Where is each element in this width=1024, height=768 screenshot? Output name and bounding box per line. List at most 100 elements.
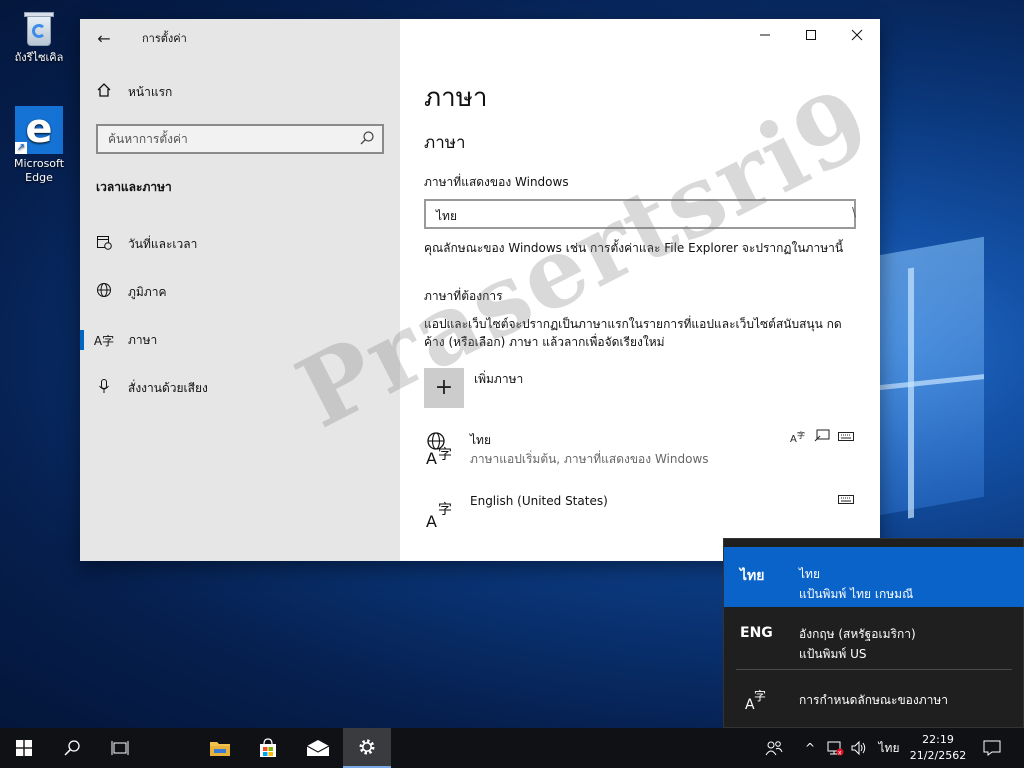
search-icon bbox=[64, 740, 80, 756]
language-icon: A 字 bbox=[426, 502, 452, 530]
flyout-item-english[interactable]: ENG อังกฤษ (สหรัฐอเมริกา) แป้นพิมพ์ US bbox=[724, 607, 1024, 667]
file-explorer-button[interactable] bbox=[196, 728, 244, 768]
start-button[interactable] bbox=[0, 728, 48, 768]
folder-icon bbox=[210, 742, 230, 756]
svg-text:A: A bbox=[426, 449, 437, 467]
input-indicator-button[interactable]: ไทย bbox=[874, 728, 904, 768]
add-language-label: เพิ่มภาษา bbox=[474, 372, 524, 386]
input-language-flyout: ไทย ไทย แป้นพิมพ์ ไทย เกษมณี ENG อังกฤษ … bbox=[723, 538, 1024, 728]
language-abbreviation: ไทย bbox=[740, 568, 765, 584]
display-language-dropdown[interactable]: ไทย \ bbox=[424, 199, 856, 229]
text-to-speech-icon bbox=[814, 429, 830, 442]
edge-label-line1: Microsoft bbox=[13, 157, 65, 170]
language-subtext: ภาษาแอปเริ่มต้น, ภาษาที่แสดงของ Windows bbox=[470, 452, 709, 466]
settings-search[interactable] bbox=[96, 124, 384, 154]
clock-time: 22:19 bbox=[922, 733, 954, 746]
calendar-clock-icon bbox=[80, 234, 128, 254]
language-name: English (United States) bbox=[470, 494, 608, 508]
microphone-icon bbox=[80, 378, 128, 398]
edge-shortcut[interactable]: e ↗ Microsoft Edge bbox=[1, 106, 77, 185]
sidebar-item-region[interactable]: ภูมิภาค bbox=[80, 274, 400, 310]
window-title: การตั้งค่า bbox=[142, 32, 187, 45]
chevron-down-icon: \ bbox=[851, 205, 856, 219]
globe-icon bbox=[80, 282, 128, 302]
input-indicator-label: ไทย bbox=[878, 740, 900, 755]
action-center-button[interactable] bbox=[976, 728, 1008, 768]
recycle-bin-label: ถังรีไซเคิล bbox=[14, 51, 64, 64]
keyboard-icon bbox=[838, 495, 854, 504]
svg-text:A: A bbox=[426, 512, 437, 530]
language-features: A字 bbox=[790, 429, 854, 443]
sidebar-item-label: สั่งงานด้วยเสียง bbox=[128, 380, 208, 395]
show-hidden-icons-button[interactable]: ^ bbox=[800, 728, 820, 768]
svg-text:x: x bbox=[838, 750, 842, 757]
language-preferences-link[interactable]: A 字 การกำหนดลักษณะของภาษา bbox=[724, 679, 1024, 719]
minimize-button[interactable] bbox=[742, 19, 788, 51]
language-icon: A字 bbox=[93, 333, 115, 348]
store-button[interactable] bbox=[244, 728, 292, 768]
sidebar-item-label: ภูมิภาค bbox=[128, 284, 167, 299]
section-label: เวลาและภาษา bbox=[96, 180, 172, 194]
mail-button[interactable] bbox=[294, 728, 342, 768]
maximize-button[interactable] bbox=[788, 19, 834, 51]
taskbar-clock[interactable]: 22:19 21/2/2562 bbox=[908, 732, 968, 764]
svg-text:字: 字 bbox=[754, 688, 766, 703]
sidebar-item-label: หน้าแรก bbox=[128, 84, 173, 99]
settings-sidebar: ← การตั้งค่า หน้าแรก เวลาและภาษา วันที่แ… bbox=[80, 19, 400, 561]
language-item-thai[interactable]: A 字 ไทย ภาษาแอปเริ่มต้น, ภาษาที่แสดงของ … bbox=[424, 429, 854, 471]
task-view-button[interactable] bbox=[96, 728, 144, 768]
flyout-item-thai[interactable]: ไทย ไทย แป้นพิมพ์ ไทย เกษมณี bbox=[724, 547, 1024, 607]
preferred-languages-description: แอปและเว็บไซต์จะปรากฏเป็นภาษาแรกในรายการ… bbox=[424, 317, 842, 349]
search-input[interactable] bbox=[98, 126, 348, 152]
search-button[interactable] bbox=[48, 728, 96, 768]
keyboard-layout: แป้นพิมพ์ ไทย เกษมณี bbox=[799, 587, 914, 601]
wallpaper-light-line bbox=[908, 267, 914, 519]
language-name: ไทย bbox=[470, 433, 491, 447]
task-view-icon bbox=[111, 741, 129, 755]
volume-button[interactable] bbox=[848, 728, 870, 768]
network-button[interactable]: x bbox=[824, 728, 846, 768]
svg-text:字: 字 bbox=[438, 447, 452, 463]
close-button[interactable] bbox=[834, 19, 880, 51]
sidebar-item-home[interactable]: หน้าแรก bbox=[80, 74, 400, 110]
sidebar-item-language[interactable]: A字 ภาษา bbox=[80, 322, 400, 358]
close-icon bbox=[851, 29, 863, 41]
language-preferences-label: การกำหนดลักษณะของภาษา bbox=[799, 693, 949, 707]
language-abbreviation: ENG bbox=[740, 625, 773, 641]
notification-icon bbox=[983, 740, 1001, 756]
display-language-label: ภาษาที่แสดงของ Windows bbox=[424, 175, 569, 189]
recycle-bin-shortcut[interactable]: ถังรีไซเคิล bbox=[1, 8, 77, 65]
language-features bbox=[838, 492, 854, 506]
svg-text:字: 字 bbox=[438, 502, 452, 518]
gear-icon bbox=[359, 739, 375, 755]
language-name: อังกฤษ (สหรัฐอเมริกา) bbox=[799, 627, 916, 641]
edge-label-line2: Edge bbox=[25, 171, 53, 184]
settings-button[interactable] bbox=[343, 728, 391, 768]
section-heading: ภาษา bbox=[424, 133, 466, 153]
settings-main: ภาษา ภาษา ภาษาที่แสดงของ Windows ไทย \ ค… bbox=[400, 19, 880, 561]
dropdown-value: ไทย bbox=[436, 209, 457, 223]
people-button[interactable] bbox=[760, 728, 788, 768]
svg-text:字: 字 bbox=[797, 430, 805, 440]
store-bag-icon bbox=[260, 738, 276, 757]
windows-logo-icon bbox=[16, 740, 32, 756]
sidebar-item-speech[interactable]: สั่งงานด้วยเสียง bbox=[80, 370, 400, 406]
minimize-icon bbox=[760, 34, 770, 36]
language-name: ไทย bbox=[799, 567, 820, 581]
taskbar: ^ x ไทย 22:19 21/2/2562 bbox=[0, 728, 1024, 768]
settings-window: ← การตั้งค่า หน้าแรก เวลาและภาษา วันที่แ… bbox=[80, 19, 880, 561]
language-icon: A 字 bbox=[745, 688, 766, 711]
search-icon bbox=[360, 131, 374, 145]
recycle-bin-icon bbox=[21, 8, 57, 48]
chevron-up-icon: ^ bbox=[804, 741, 816, 755]
sidebar-item-date-time[interactable]: วันที่และเวลา bbox=[80, 226, 400, 262]
page-title: ภาษา bbox=[424, 83, 488, 113]
mail-icon bbox=[306, 740, 330, 756]
flyout-divider bbox=[736, 669, 1012, 670]
add-language-button[interactable]: + เพิ่มภาษา bbox=[424, 368, 523, 408]
arrow-left-icon: ← bbox=[97, 29, 111, 48]
language-globe-icon: A 字 bbox=[426, 432, 452, 467]
back-button[interactable]: ← bbox=[90, 25, 118, 53]
language-item-english[interactable]: A 字 English (United States) bbox=[424, 494, 854, 534]
sidebar-item-label: วันที่และเวลา bbox=[128, 236, 198, 251]
